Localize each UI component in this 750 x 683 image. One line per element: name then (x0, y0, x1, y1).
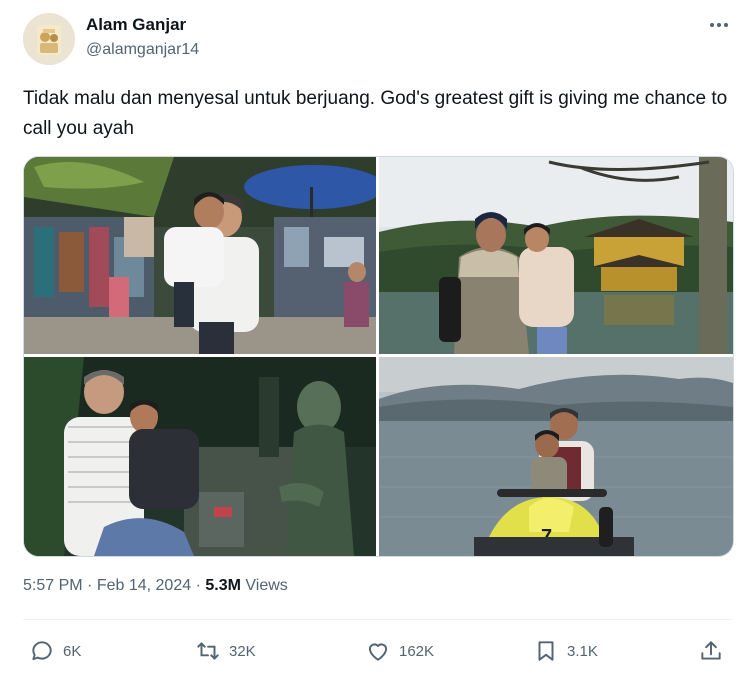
bookmark-icon (538, 641, 554, 661)
separator: · (195, 577, 201, 594)
bookmark-count: 3.1K (567, 642, 598, 660)
reply-icon (32, 641, 52, 661)
retweet-count: 32K (229, 642, 256, 660)
photo-market-piggyback[interactable] (24, 157, 376, 354)
photo-jet-ski[interactable]: 7 (379, 357, 733, 556)
post-time[interactable]: 5:57 PM (23, 577, 83, 594)
tweet-timestamp[interactable]: 5:57 PM · Feb 14, 2024 · 5.3M Views (23, 577, 288, 595)
share-icon (701, 641, 721, 660)
heart-icon (368, 643, 388, 661)
more-options-button[interactable] (702, 12, 736, 38)
photo-golden-pavilion[interactable] (379, 157, 733, 354)
display-name[interactable]: Alam Ganjar (86, 15, 186, 35)
reply-count: 6K (63, 642, 82, 660)
retweet-icon (197, 642, 219, 660)
views-label: Views (245, 577, 288, 594)
views-count: 5.3M (205, 577, 241, 594)
retweet-button[interactable]: 32K (195, 637, 256, 665)
user-handle[interactable]: @alamganjar14 (86, 41, 199, 59)
separator: · (87, 577, 93, 594)
like-button[interactable]: 162K (365, 637, 434, 665)
photo-statue-garden[interactable] (24, 357, 376, 556)
tweet-text: Tidak malu dan menyesal untuk berjuang. … (23, 88, 728, 139)
media-grid: 7 (23, 156, 734, 557)
bookmark-button[interactable]: 3.1K (533, 637, 598, 665)
like-count: 162K (399, 642, 435, 660)
divider (23, 619, 732, 620)
avatar[interactable] (23, 13, 75, 65)
share-button[interactable] (698, 637, 724, 665)
reply-button[interactable]: 6K (29, 637, 81, 665)
post-date[interactable]: Feb 14, 2024 (97, 577, 191, 594)
more-horizontal-icon (710, 23, 728, 27)
